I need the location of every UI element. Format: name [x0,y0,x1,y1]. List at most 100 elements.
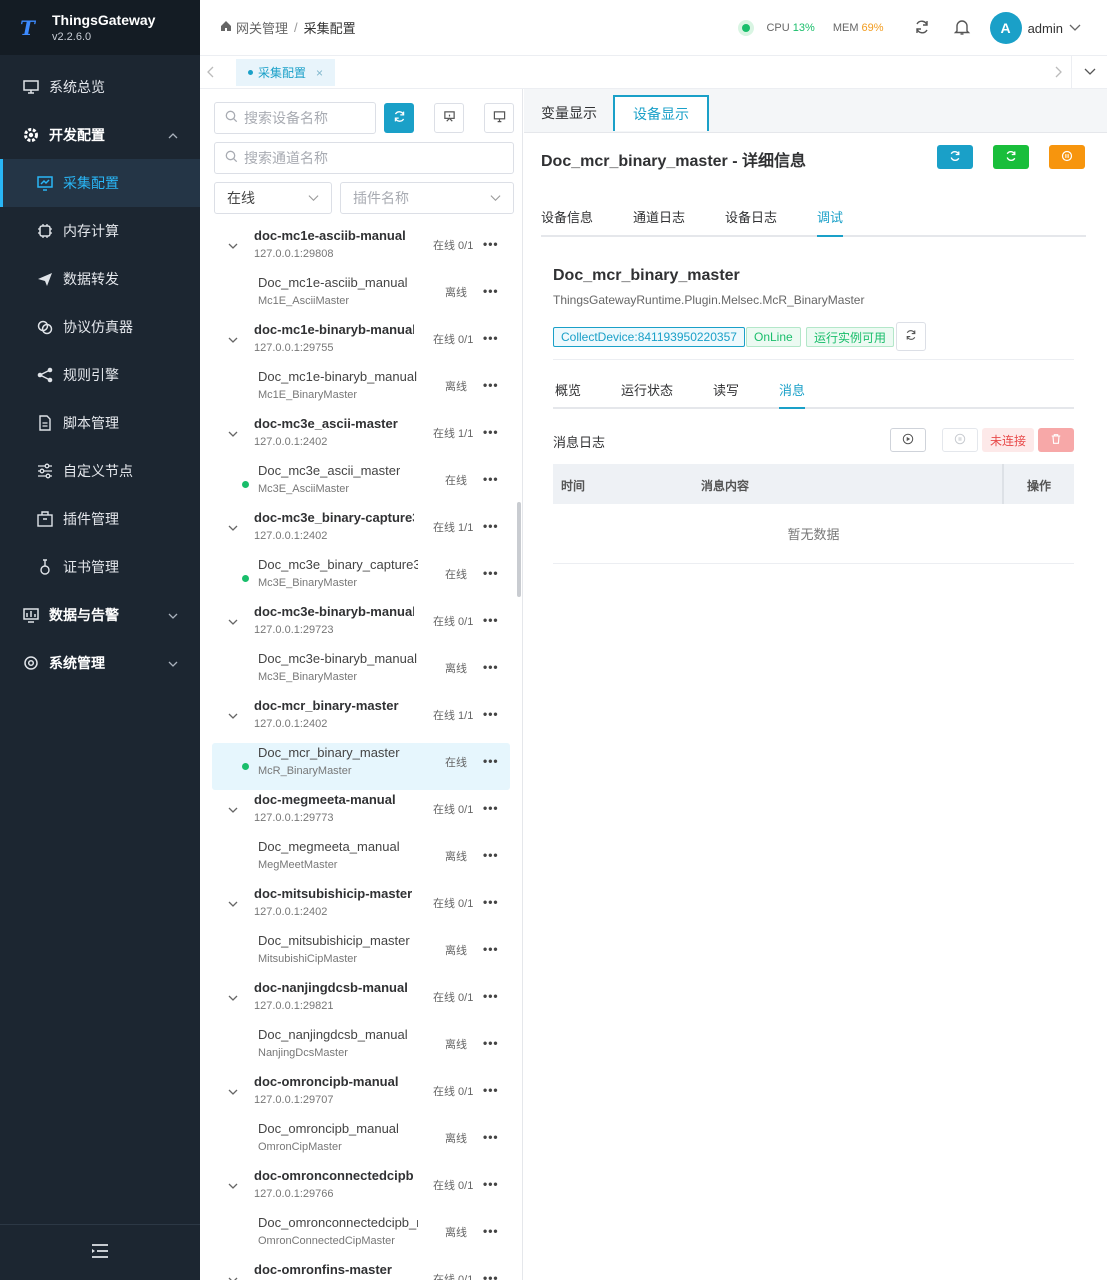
more-icon[interactable]: ••• [483,284,499,298]
chevron-down-icon[interactable] [228,1179,238,1194]
sidebar-item-memory-calc[interactable]: 内存计算 [0,207,200,255]
more-icon[interactable]: ••• [483,895,499,909]
sidebar-item-cert-manage[interactable]: 证书管理 [0,543,200,591]
more-icon[interactable]: ••• [483,378,499,392]
channel-node[interactable]: doc-mcr_binary-master 127.0.0.1:2402 在线 1/… [212,696,510,743]
tab-runtime-status[interactable]: 运行状态 [621,380,673,409]
chevron-down-icon[interactable] [228,897,238,912]
chevron-down-icon[interactable] [228,803,238,818]
monitor-button[interactable] [484,103,514,133]
column-divider[interactable] [1002,464,1004,504]
more-icon[interactable]: ••• [483,566,499,580]
sidebar-collapse-button[interactable] [0,1224,200,1280]
tab-variable-view[interactable]: 变量显示 [541,95,597,131]
chevron-down-icon[interactable] [228,333,238,348]
sidebar-item-data-alarm[interactable]: 数据与告警 [0,591,200,639]
close-icon[interactable]: × [316,66,323,80]
tabs-dropdown-button[interactable] [1071,56,1107,89]
device-node[interactable]: Doc_omronconnectedcipb_m... OmronConnecte… [212,1213,510,1260]
tab-collect-config[interactable]: 采集配置 × [236,59,336,86]
refresh-tree-button[interactable] [384,103,414,133]
sidebar-item-script-manage[interactable]: 脚本管理 [0,399,200,447]
more-icon[interactable]: ••• [483,519,499,533]
more-icon[interactable]: ••• [483,472,499,486]
chevron-down-icon[interactable] [228,1085,238,1100]
device-node[interactable]: Doc_mcr_binary_master McR_BinaryMaster 在线 •… [212,743,510,790]
device-node[interactable]: Doc_mc1e-binaryb_manual Mc1E_BinaryMaster… [212,367,510,414]
breadcrumb-item[interactable]: 网关管理 [236,18,288,37]
sidebar-item-system-manage[interactable]: 系统管理 [0,639,200,687]
more-icon[interactable]: ••• [483,331,499,345]
more-icon[interactable]: ••• [483,1130,499,1144]
export-button[interactable] [434,103,464,133]
more-icon[interactable]: ••• [483,1177,499,1191]
status-select[interactable]: 在线 [214,182,332,214]
more-icon[interactable]: ••• [483,1083,499,1097]
more-icon[interactable]: ••• [483,1036,499,1050]
chevron-down-icon[interactable] [228,239,238,254]
chevron-down-icon[interactable] [228,521,238,536]
tab-device-log[interactable]: 设备日志 [725,207,777,237]
chevron-down-icon[interactable] [228,427,238,442]
device-node[interactable]: Doc_omroncipb_manual OmronCipMaster 离线 ••• [212,1119,510,1166]
sidebar-item-dev-config[interactable]: 开发配置 [0,111,200,159]
more-icon[interactable]: ••• [483,942,499,956]
chevron-down-icon[interactable] [228,991,238,1006]
refresh-button[interactable] [902,0,942,56]
notification-button[interactable] [942,0,982,56]
tabs-scroll-right-icon[interactable] [1053,65,1063,82]
more-icon[interactable]: ••• [483,613,499,627]
play-log-button[interactable] [890,428,926,452]
more-icon[interactable]: ••• [483,848,499,862]
channel-node[interactable]: doc-omroncipb-manual 127.0.0.1:29707 在线 0/… [212,1072,510,1119]
more-icon[interactable]: ••• [483,1224,499,1238]
tab-overview[interactable]: 概览 [555,380,581,409]
chevron-down-icon[interactable] [228,1273,238,1280]
more-icon[interactable]: ••• [483,801,499,815]
more-icon[interactable]: ••• [483,754,499,768]
channel-node[interactable]: doc-megmeeta-manual 127.0.0.1:29773 在线 0/1… [212,790,510,837]
more-icon[interactable]: ••• [483,707,499,721]
sidebar-item-data-forward[interactable]: 数据转发 [0,255,200,303]
sidebar-item-rule-engine[interactable]: 规则引擎 [0,351,200,399]
tab-device-info[interactable]: 设备信息 [541,207,593,237]
tab-read-write[interactable]: 读写 [713,380,739,409]
device-node[interactable]: Doc_mc3e_binary_capture3 Mc3E_BinaryMaste… [212,555,510,602]
channel-node[interactable]: doc-omronconnectedcipb-... 127.0.0.1:2976… [212,1166,510,1213]
more-icon[interactable]: ••• [483,237,499,251]
device-node[interactable]: Doc_mc1e-asciib_manual Mc1E_AsciiMaster 离线… [212,273,510,320]
channel-node[interactable]: doc-mitsubishicip-master 127.0.0.1:2402 在线… [212,884,510,931]
tabs-scroll-left-icon[interactable] [206,65,216,82]
search-device-input[interactable]: 搜索设备名称 [214,102,376,134]
more-icon[interactable]: ••• [483,1271,499,1280]
tree-scrollbar[interactable] [517,502,521,597]
channel-node[interactable]: doc-nanjingdcsb-manual 127.0.0.1:29821 在线 … [212,978,510,1025]
pause-log-button[interactable] [942,428,978,452]
chevron-down-icon[interactable] [228,615,238,630]
more-icon[interactable]: ••• [483,425,499,439]
channel-node[interactable]: doc-mc3e-binaryb-manual 127.0.0.1:29723 在线… [212,602,510,649]
sidebar-item-overview[interactable]: 系统总览 [0,63,200,111]
more-icon[interactable]: ••• [483,660,499,674]
sidebar-item-plugin-manage[interactable]: 插件管理 [0,495,200,543]
channel-node[interactable]: doc-mc3e_ascii-master 127.0.0.1:2402 在线 1/… [212,414,510,461]
channel-node[interactable]: doc-omronfins-master 在线 0/1 ••• [212,1260,510,1280]
pause-device-button[interactable] [1049,145,1085,169]
more-icon[interactable]: ••• [483,989,499,1003]
clear-log-button[interactable] [1038,428,1074,452]
chevron-down-icon[interactable] [228,709,238,724]
device-node[interactable]: Doc_megmeeta_manual MegMeetMaster 离线 ••• [212,837,510,884]
channel-node[interactable]: doc-mc1e-binaryb-manual 127.0.0.1:29755 在线… [212,320,510,367]
tab-debug[interactable]: 调试 [817,207,844,237]
refresh-status-button[interactable] [896,322,926,351]
refresh-device-button[interactable] [937,145,973,169]
sidebar-item-protocol-simulator[interactable]: 协议仿真器 [0,303,200,351]
device-node[interactable]: Doc_mc3e-binaryb_manual Mc3E_BinaryMaster… [212,649,510,696]
plugin-select[interactable]: 插件名称 [340,182,514,214]
tab-messages[interactable]: 消息 [779,380,806,409]
device-node[interactable]: Doc_mc3e_ascii_master Mc3E_AsciiMaster 在线 •… [212,461,510,508]
restart-device-button[interactable] [993,145,1029,169]
tab-device-view[interactable]: 设备显示 [613,95,709,131]
tab-channel-log[interactable]: 通道日志 [633,207,685,237]
device-node[interactable]: Doc_nanjingdcsb_manual NanjingDcsMaster 离线… [212,1025,510,1072]
